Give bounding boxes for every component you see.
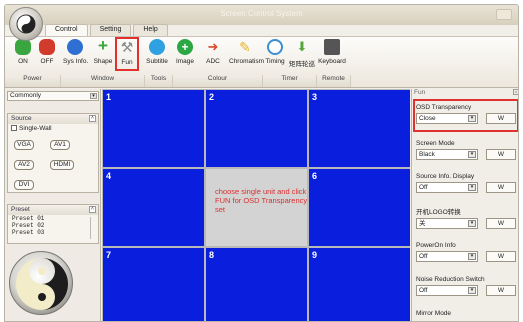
setting-source-info-display: Source Info. Display Off ▾ W [414, 172, 518, 193]
preset-panel-header: Preset ˄ [8, 205, 98, 215]
keyboard-icon [324, 39, 340, 55]
single-wall-checkbox[interactable]: Single-Wall [8, 124, 98, 133]
wall-cell[interactable]: 7 [103, 248, 204, 321]
pencil-icon: ✎ [239, 39, 251, 55]
info-icon [67, 39, 83, 55]
left-panel: Commonly ▾ Source ˄ Single-Wall VGA AV1 … [5, 89, 101, 321]
source-panel-header: Source ˄ [8, 114, 98, 124]
chevron-down-icon: ▾ [468, 184, 476, 191]
sys-info-button[interactable]: Sys Info. [63, 39, 88, 65]
video-wall-grid: 1 2 3 4 6 7 8 9 choose single unit and c… [102, 89, 410, 321]
source-av1-button[interactable]: AV1 [50, 140, 70, 150]
toggle-off-icon [39, 39, 55, 55]
preset-item[interactable]: Preset 03 [8, 229, 98, 236]
source-hdmi-button[interactable]: HDMI [50, 160, 74, 170]
chevron-down-icon: ▾ [468, 115, 476, 122]
setting-osd-transparency: OSD Transparency Close ▾ W [414, 103, 518, 124]
setting-noise-reduction: Noise Reduction Switch Off ▾ W [414, 275, 518, 296]
fun-panel-header: Fun x [414, 89, 518, 96]
source-info-display-write-button[interactable]: W [486, 182, 516, 193]
collapse-icon[interactable]: ˄ [89, 206, 96, 213]
close-icon[interactable]: x [513, 89, 518, 95]
chevron-down-icon: ▾ [468, 253, 476, 260]
group-tools: Tools [145, 75, 173, 87]
matrix-polling-button[interactable]: ⬇ 矩阵轮巡 [287, 39, 317, 68]
clock-icon [267, 39, 283, 55]
fun-button[interactable]: ⚒ Fun [115, 37, 139, 71]
chevron-down-icon: ▾ [468, 287, 476, 294]
setting-screen-mode: Screen Mode Black ▾ W [414, 139, 518, 160]
ribbon-toolbar: ON OFF Sys Info. + Shape ⚒ Fun Subtitle … [5, 36, 518, 88]
toggle-on-icon [15, 39, 31, 55]
window-title: Screen Control System [220, 9, 303, 18]
group-colour: Colour [173, 75, 263, 87]
chromatism-button[interactable]: ✎ Chromatism [229, 39, 264, 65]
shape-button[interactable]: + Shape [91, 36, 115, 65]
wall-cell[interactable]: 2 [206, 90, 307, 167]
source-vga-button[interactable]: VGA [14, 140, 34, 150]
timing-button[interactable]: Timing [263, 39, 287, 65]
wrench-icon: ⚒ [120, 39, 134, 55]
speech-bubble-icon [149, 39, 165, 55]
poweron-info-select[interactable]: Off ▾ [416, 251, 478, 262]
poweron-info-write-button[interactable]: W [486, 251, 516, 262]
preset-panel: Preset ˄ Preset 01 Preset 02 Preset 03 [7, 204, 99, 244]
osd-transparency-select[interactable]: Close ▾ [416, 113, 478, 124]
wall-cell[interactable]: 8 [206, 248, 307, 321]
boot-logo-switch-write-button[interactable]: W [486, 218, 516, 229]
wall-cell[interactable]: 9 [309, 248, 410, 321]
on-button[interactable]: ON [11, 39, 35, 65]
instruction-hint: choose single unit and click FUN for OSD… [215, 187, 308, 214]
setting-poweron-info: PowerOn Info Off ▾ W [414, 241, 518, 262]
chevron-down-icon: ▾ [468, 151, 476, 158]
wall-cell[interactable]: 1 [103, 90, 204, 167]
setting-boot-logo-switch: 开机LOGO转换 关 ▾ W [414, 208, 518, 229]
fun-settings-panel: Fun x OSD Transparency Close ▾ W Screen M… [411, 89, 518, 321]
title-bar: Screen Control System [5, 5, 518, 25]
chevron-down-icon[interactable]: ▾ [90, 93, 97, 99]
checkbox-icon [11, 125, 17, 131]
app-window: Screen Control System Control Setting He… [4, 4, 519, 322]
keyboard-button[interactable]: Keyboard [317, 39, 347, 65]
noise-reduction-write-button[interactable]: W [486, 285, 516, 296]
plus-image-icon: + [177, 39, 193, 55]
screen-mode-select[interactable]: Black ▾ [416, 149, 478, 160]
source-panel: Source ˄ Single-Wall VGA AV1 AV2 HDMI DV… [7, 113, 99, 193]
matrix-arrow-icon: ⬇ [296, 39, 308, 54]
mode-combo[interactable]: Commonly ▾ [7, 91, 99, 101]
preset-item[interactable]: Preset 02 [8, 222, 98, 229]
wall-cell[interactable]: 3 [309, 90, 410, 167]
plus-shape-icon: + [98, 36, 108, 55]
boot-logo-switch-select[interactable]: 关 ▾ [416, 218, 478, 229]
group-power: Power [5, 75, 61, 87]
image-button[interactable]: + Image [173, 39, 197, 65]
yin-yang-logo [9, 251, 73, 315]
source-info-display-select[interactable]: Off ▾ [416, 182, 478, 193]
collapse-icon[interactable]: ˄ [89, 115, 96, 122]
screen-mode-write-button[interactable]: W [486, 149, 516, 160]
wall-cell[interactable]: 4 [103, 169, 204, 246]
group-window: Window [61, 75, 145, 87]
osd-transparency-write-button[interactable]: W [486, 113, 516, 124]
noise-reduction-select[interactable]: Off ▾ [416, 285, 478, 296]
preset-scrollbar[interactable] [90, 217, 96, 239]
chevron-down-icon: ▾ [468, 220, 476, 227]
source-av2-button[interactable]: AV2 [14, 160, 34, 170]
adc-arrow-icon: ➜ [207, 39, 219, 54]
wall-cell[interactable]: 6 [309, 169, 410, 246]
ribbon-group-labels: Power Window Tools Colour Timer Remote [5, 75, 518, 88]
subtitle-button[interactable]: Subtitle [145, 39, 169, 65]
app-menu-orb-icon[interactable] [9, 7, 43, 41]
group-timer: Timer [263, 75, 317, 87]
setting-mirror-mode: Mirror Mode [416, 310, 452, 317]
preset-item[interactable]: Preset 01 [8, 215, 98, 222]
close-window-button[interactable] [496, 9, 512, 20]
group-remote: Remote [317, 75, 351, 87]
adc-button[interactable]: ➜ ADC [201, 39, 225, 65]
source-dvi-button[interactable]: DVI [14, 180, 34, 190]
off-button[interactable]: OFF [35, 39, 59, 65]
